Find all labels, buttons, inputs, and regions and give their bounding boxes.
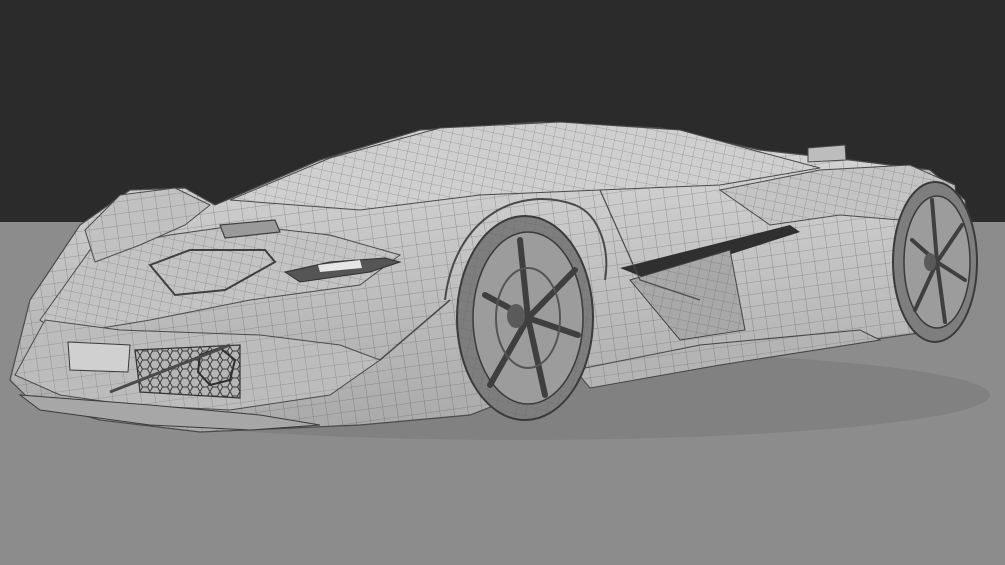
roof-scoop [807, 144, 847, 163]
front-hub [507, 304, 525, 328]
front-grille-mesh [134, 344, 241, 399]
3d-viewport[interactable] [0, 0, 1005, 565]
front-grille-left [67, 341, 131, 373]
rear-hub [924, 253, 936, 271]
front-wheel[interactable] [456, 215, 594, 421]
rear-wheel[interactable] [892, 181, 978, 343]
viewport-scene[interactable] [0, 0, 1005, 565]
